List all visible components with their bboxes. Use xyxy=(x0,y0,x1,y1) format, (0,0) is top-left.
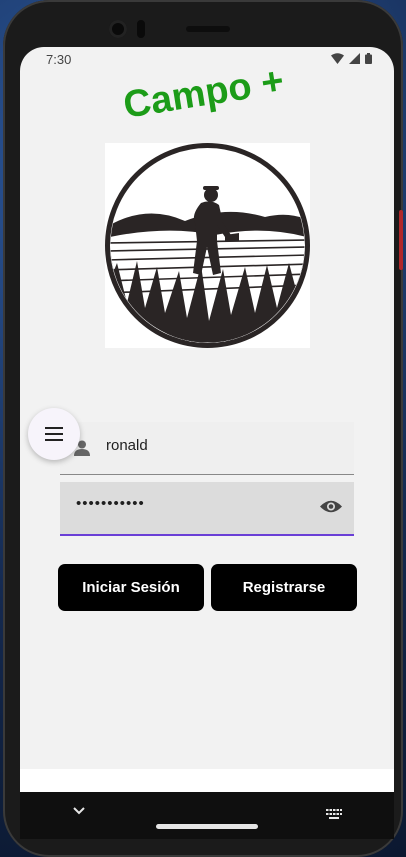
status-time: 7:30 xyxy=(46,52,72,67)
keyboard-icon[interactable] xyxy=(326,809,342,819)
status-icons xyxy=(331,53,372,64)
battery-icon xyxy=(365,53,372,64)
login-button[interactable]: Iniciar Sesión xyxy=(58,564,204,611)
register-button[interactable]: Registrarse xyxy=(211,564,357,611)
phone-frame: 7:30 Campo + ronald ••••••••••• Iniciar … xyxy=(3,0,403,857)
eye-icon[interactable] xyxy=(320,499,342,514)
password-value: ••••••••••• xyxy=(76,495,145,512)
username-value: ronald xyxy=(106,437,148,454)
status-bar: 7:30 xyxy=(20,47,394,73)
password-field[interactable]: ••••••••••• xyxy=(60,482,354,536)
chevron-down-icon[interactable] xyxy=(73,807,85,815)
proximity-sensor xyxy=(137,20,145,38)
earpiece-speaker xyxy=(186,26,230,32)
front-camera xyxy=(109,20,127,38)
wifi-icon xyxy=(331,53,344,64)
hamburger-menu-icon xyxy=(45,427,63,441)
navigation-bar xyxy=(20,792,394,839)
app-screen: 7:30 Campo + ronald ••••••••••• Iniciar … xyxy=(20,47,394,839)
username-field[interactable]: ronald xyxy=(60,422,354,475)
home-gesture-bar[interactable] xyxy=(156,824,258,829)
power-button xyxy=(399,210,403,270)
farmer-field-logo xyxy=(105,143,310,348)
signal-icon xyxy=(349,53,360,64)
menu-button[interactable] xyxy=(28,408,80,460)
